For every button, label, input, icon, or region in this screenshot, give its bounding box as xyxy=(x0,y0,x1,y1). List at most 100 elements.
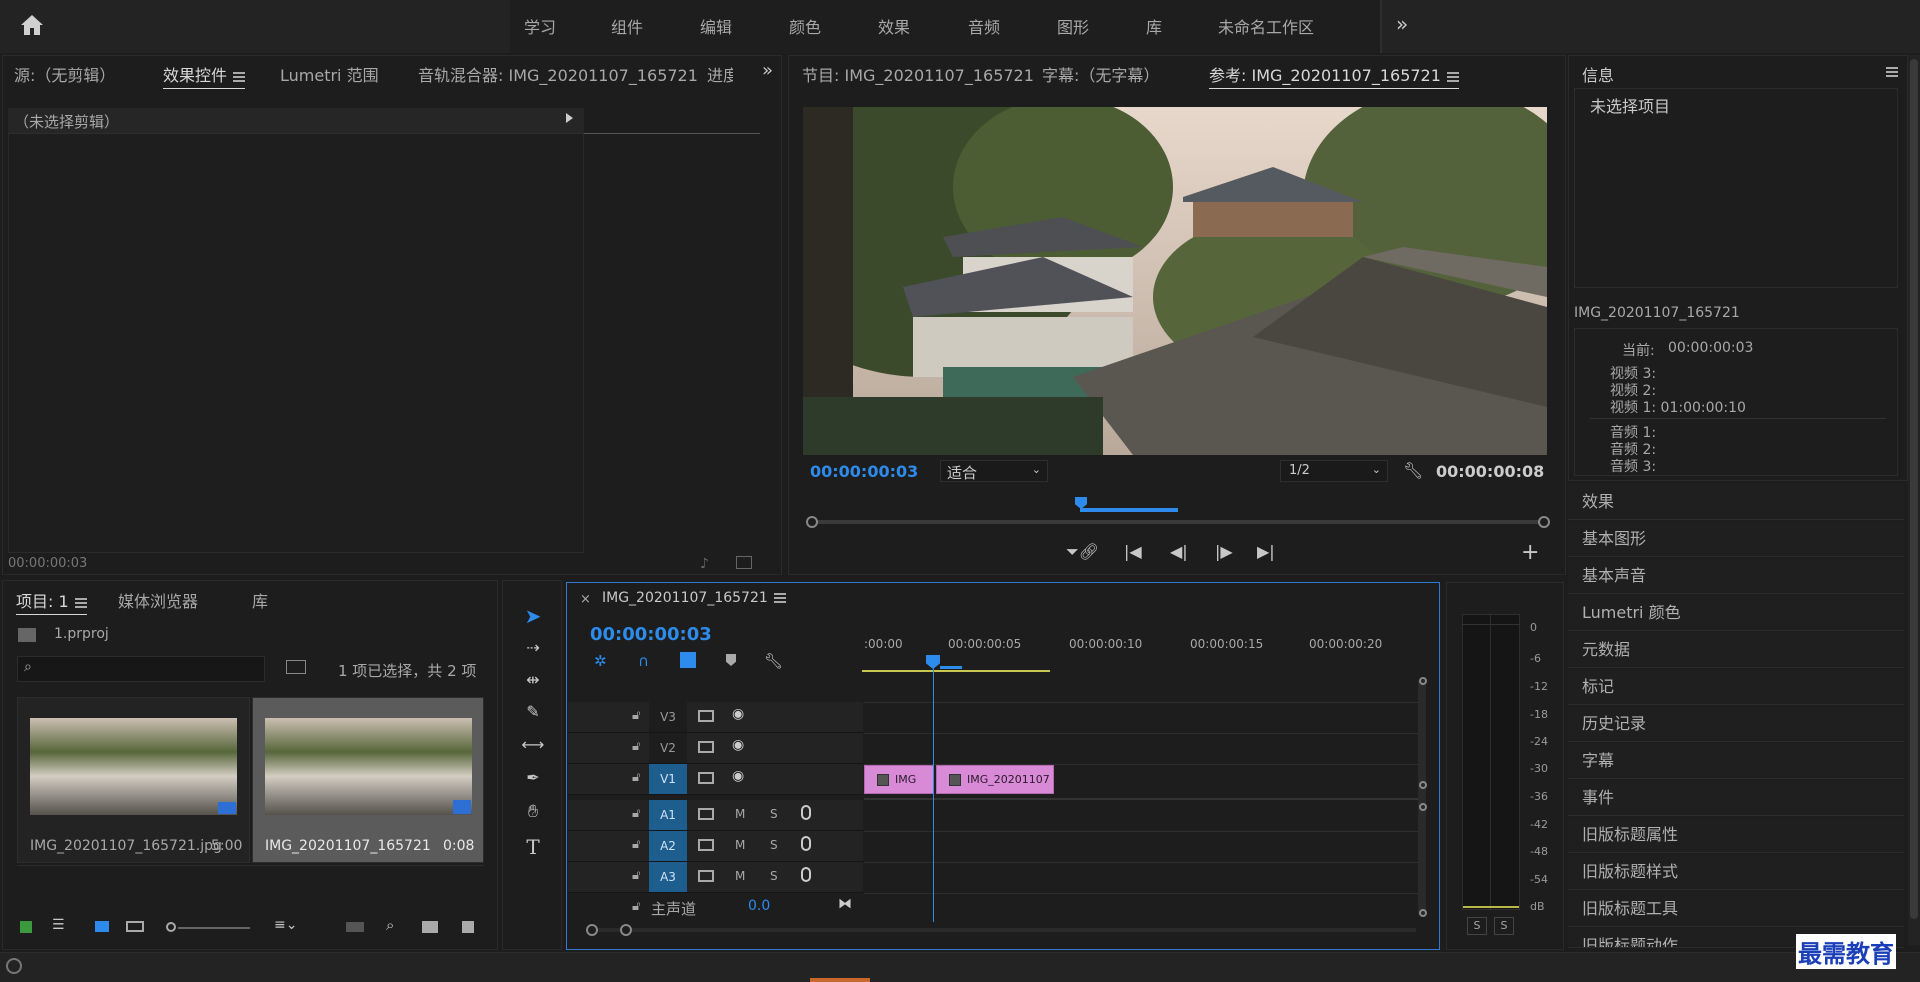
vscroll-handle[interactable] xyxy=(1419,909,1427,917)
go-to-edit-icon[interactable]: ⧓ xyxy=(838,896,852,912)
eye-icon[interactable]: ◉ xyxy=(732,768,744,784)
lock-track-icon[interactable]: 🔓︎ xyxy=(632,739,640,754)
add-button-icon[interactable]: + xyxy=(1521,540,1539,565)
solo-button[interactable]: S xyxy=(770,838,778,852)
zoom-handle-left[interactable] xyxy=(806,516,818,528)
right-scrollbar-thumb[interactable] xyxy=(1910,59,1918,919)
workspace-graphics[interactable]: 图形 xyxy=(1057,14,1089,38)
panel-essential-graphics[interactable]: 基本图形 xyxy=(1568,521,1904,557)
home-icon[interactable] xyxy=(20,14,44,36)
vscroll-handle[interactable] xyxy=(1419,677,1427,685)
wrench-icon[interactable]: 🔧︎ xyxy=(1403,461,1423,480)
lock-icon[interactable] xyxy=(20,921,32,933)
tab-source[interactable]: 源:（无剪辑） xyxy=(14,62,115,86)
slip-tool-icon[interactable]: ⟷ xyxy=(516,735,550,765)
mute-button[interactable]: M xyxy=(735,869,745,883)
more-workspaces-icon[interactable]: » xyxy=(1396,12,1408,36)
sort-icon[interactable]: ≡⌄ xyxy=(274,917,297,933)
new-search-bin-icon[interactable] xyxy=(286,660,306,674)
timeline-clip[interactable]: IMG xyxy=(864,765,934,794)
workspace-assembly[interactable]: 组件 xyxy=(611,14,643,38)
panel-captions[interactable]: 字幕 xyxy=(1568,743,1904,779)
tab-progress[interactable]: 进度 xyxy=(707,62,733,86)
workspace-effects[interactable]: 效果 xyxy=(878,14,910,38)
master-volume[interactable]: 0.0 xyxy=(748,898,770,914)
eye-icon[interactable]: ◉ xyxy=(732,706,744,722)
panel-essential-sound[interactable]: 基本声音 xyxy=(1568,558,1904,594)
step-forward-icon[interactable]: |▶ xyxy=(1215,542,1233,561)
track-label-a1[interactable]: A1 xyxy=(649,800,687,830)
lock-track-icon[interactable]: 🔓︎ xyxy=(632,837,640,852)
tab-effect-controls[interactable]: 效果控件 xyxy=(163,62,246,89)
workspace-editing[interactable]: 编辑 xyxy=(700,14,732,38)
tab-program[interactable]: 节目: IMG_20201107_165721 xyxy=(802,62,1034,86)
tab-media-browser[interactable]: 媒体浏览器 xyxy=(118,588,198,612)
razor-tool-icon[interactable]: ✎ xyxy=(516,702,550,732)
ripple-edit-tool-icon[interactable]: ⇹ xyxy=(516,670,550,700)
work-area-bar[interactable] xyxy=(862,670,1050,672)
timeline-hscroll[interactable] xyxy=(586,928,1416,932)
project-item-image[interactable]: IMG_20201107_165721.jpg 5:00 xyxy=(17,697,250,863)
panel-effects[interactable]: 效果 xyxy=(1568,484,1904,520)
panel-lumetri-color[interactable]: Lumetri 颜色 xyxy=(1568,595,1904,631)
close-sequence-icon[interactable]: × xyxy=(580,592,591,607)
panel-legacy-title-tools[interactable]: 旧版标题工具 xyxy=(1568,891,1904,927)
solo-button[interactable]: S xyxy=(770,869,778,883)
sync-lock-icon[interactable] xyxy=(698,870,714,882)
new-bin-icon[interactable] xyxy=(422,921,438,933)
mute-button[interactable]: M xyxy=(735,807,745,821)
timeline-settings-icon[interactable]: 🔧︎ xyxy=(764,652,783,670)
workspace-custom[interactable]: 未命名工作区 xyxy=(1218,14,1314,38)
zoom-slider-handle[interactable] xyxy=(166,922,176,932)
panel-menu-icon[interactable] xyxy=(1880,62,1898,80)
workspace-learn[interactable]: 学习 xyxy=(524,14,556,38)
workspace-color[interactable]: 颜色 xyxy=(789,14,821,38)
add-marker-icon[interactable]: ⏷🔗︎ xyxy=(1066,542,1099,562)
hand-tool-icon[interactable]: ✋︎ xyxy=(516,801,550,831)
tab-reference[interactable]: 参考: IMG_20201107_165721 xyxy=(1209,62,1459,89)
tab-libraries[interactable]: 库 xyxy=(252,588,268,612)
sync-lock-icon[interactable] xyxy=(698,772,714,784)
panel-markers[interactable]: 标记 xyxy=(1568,669,1904,705)
tab-audio-track-mixer[interactable]: 音轨混合器: IMG_20201107_165721 xyxy=(418,62,698,86)
panel-legacy-title-properties[interactable]: 旧版标题属性 xyxy=(1568,817,1904,853)
meter-solo-right[interactable]: S xyxy=(1494,917,1514,935)
vscroll-handle[interactable] xyxy=(1419,803,1427,811)
tab-lumetri-scopes[interactable]: Lumetri 范围 xyxy=(280,62,379,86)
mute-button[interactable]: M xyxy=(735,838,745,852)
sync-lock-icon[interactable] xyxy=(698,808,714,820)
panel-metadata[interactable]: 元数据 xyxy=(1568,632,1904,668)
sync-lock-icon[interactable] xyxy=(698,741,714,753)
panel-legacy-title-styles[interactable]: 旧版标题样式 xyxy=(1568,854,1904,890)
panel-menu-icon[interactable] xyxy=(74,597,87,608)
new-item-icon[interactable] xyxy=(462,921,474,933)
go-to-in-icon[interactable]: |◀ xyxy=(1124,542,1142,561)
microphone-icon[interactable] xyxy=(801,867,811,882)
hscroll-handle-right[interactable] xyxy=(620,924,632,936)
project-item-sequence[interactable]: IMG_20201107_165721 0:08 xyxy=(252,697,484,863)
timeline-vscroll[interactable] xyxy=(1418,680,1426,915)
meter-solo-left[interactable]: S xyxy=(1467,917,1487,935)
timeline-timecode[interactable]: 00:00:00:03 xyxy=(590,624,712,645)
project-search-input[interactable]: ⌕ xyxy=(17,656,265,682)
automate-to-sequence-icon[interactable] xyxy=(346,922,364,932)
snap-icon[interactable]: ∩ xyxy=(638,652,649,670)
freeform-view-icon[interactable] xyxy=(126,921,144,932)
sync-lock-icon[interactable] xyxy=(698,710,714,722)
sequence-tab[interactable]: IMG_20201107_165721 xyxy=(602,590,786,606)
track-label-v2[interactable]: V2 xyxy=(649,733,687,763)
track-label-a2[interactable]: A2 xyxy=(649,831,687,861)
zoom-handle-right[interactable] xyxy=(1538,516,1550,528)
nest-toggle-icon[interactable]: ✲ xyxy=(594,652,607,670)
go-to-out-icon[interactable]: ▶| xyxy=(1257,542,1275,561)
hscroll-handle-left[interactable] xyxy=(586,924,598,936)
lock-track-icon[interactable]: 🔓︎ xyxy=(632,899,640,914)
zoom-fit-select[interactable]: 适合 ⌄ xyxy=(940,460,1048,482)
timeline-clip[interactable]: IMG_20201107 xyxy=(936,765,1054,794)
lock-track-icon[interactable]: 🔓︎ xyxy=(632,806,640,821)
resolution-select[interactable]: 1/2 ⌄ xyxy=(1280,460,1388,482)
microphone-icon[interactable] xyxy=(801,805,811,820)
expand-arrow-icon[interactable] xyxy=(566,113,573,123)
panel-history[interactable]: 历史记录 xyxy=(1568,706,1904,742)
panel-events[interactable]: 事件 xyxy=(1568,780,1904,816)
